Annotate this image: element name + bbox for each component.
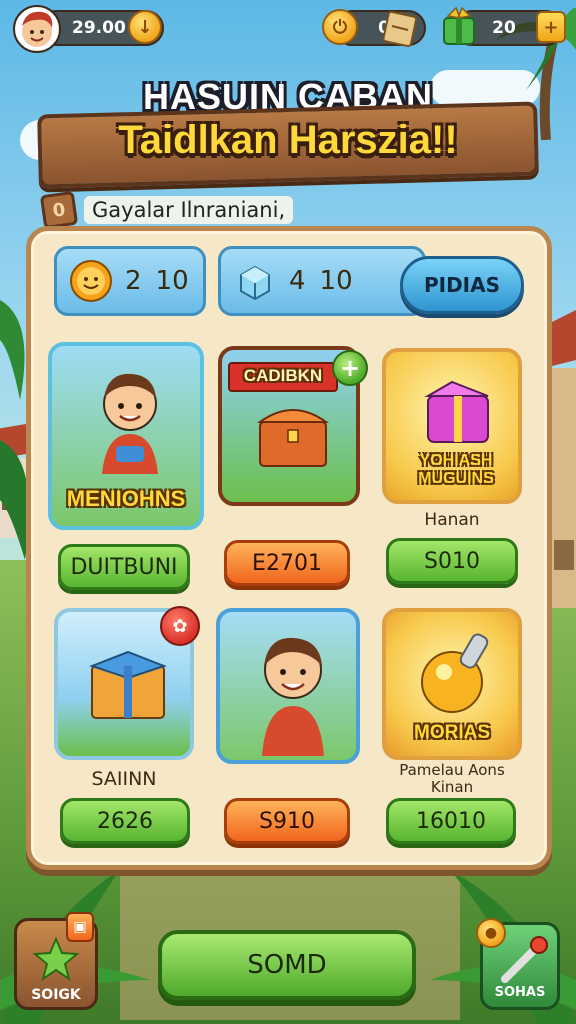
- price-button[interactable]: S910: [224, 798, 350, 844]
- main-action-button[interactable]: SOMD: [158, 930, 416, 1000]
- title-banner-text: Taidlkan Harszia!!: [118, 118, 458, 162]
- right-button-label: SOHAS: [494, 985, 546, 1000]
- potion-bottle-icon: [421, 633, 489, 713]
- price-button[interactable]: S010: [386, 538, 518, 584]
- left-button-label: SOIGK: [31, 987, 81, 1003]
- crystal-box-icon: [240, 265, 270, 301]
- item-label: MORIAS: [414, 722, 490, 743]
- resource-2-value-a: 4: [289, 266, 306, 296]
- player-avatar[interactable]: [12, 4, 62, 54]
- item-caption: SAIINN: [91, 768, 157, 790]
- chat-icon: ✿: [172, 615, 188, 637]
- smiley-coin-icon: [70, 260, 112, 302]
- wood-tag-icon: 0: [39, 190, 79, 230]
- right-bottom-badge: ●: [476, 918, 506, 948]
- item-label: MENIOHNS: [66, 486, 186, 511]
- plus-icon: +: [339, 354, 361, 382]
- magic-wand-icon: [501, 936, 548, 983]
- gift-box-icon: [443, 6, 475, 45]
- item-caption: Hanan: [424, 510, 480, 530]
- boy-character-icon: [102, 373, 158, 474]
- shop-item-card[interactable]: [216, 608, 360, 764]
- gems-add-button[interactable]: +: [536, 11, 566, 43]
- plus-icon: ↓: [137, 16, 153, 38]
- item-label: CADIBKN: [243, 366, 323, 385]
- gift-icon: ▣: [73, 919, 87, 935]
- price-button[interactable]: 16010: [386, 798, 516, 844]
- ticket-icon: [382, 10, 418, 48]
- price-button[interactable]: E2701: [224, 540, 350, 586]
- shop-item-card[interactable]: MENIOHNS: [48, 342, 204, 530]
- gems-value: 20: [492, 18, 516, 38]
- left-bottom-badge: ▣: [66, 912, 94, 942]
- subtitle-row: 0 Gayalar Ilnraniani,: [39, 190, 294, 230]
- price-button[interactable]: 2626: [60, 798, 190, 844]
- coin-add-button[interactable]: ↓: [128, 10, 162, 44]
- energy-icon: ⏻: [322, 9, 358, 45]
- resource-2-value-b: 10: [319, 266, 353, 296]
- magic-box-icon: [424, 380, 489, 443]
- coin-icon: ●: [484, 925, 498, 941]
- coins-value: 29.00: [72, 18, 126, 38]
- resource-bar-box: 4 10: [218, 246, 426, 316]
- girl-character-icon: [262, 637, 324, 756]
- plus-icon: +: [543, 16, 559, 38]
- price-button[interactable]: DUITBUNI: [58, 544, 190, 590]
- gift-chest-icon: [89, 650, 167, 719]
- notification-badge: ✿: [160, 606, 200, 646]
- shop-item-card[interactable]: YOHIASH MUGUINS: [382, 348, 522, 504]
- item-label: YOHIASH MUGUINS: [418, 452, 494, 487]
- tab-button[interactable]: PIDIAS: [400, 256, 524, 314]
- top-bar: 29.00 ↓ 0 ⏻ 20 +: [0, 0, 576, 56]
- add-item-button[interactable]: +: [332, 350, 368, 386]
- item-caption: Pamelau Aons Kinan: [399, 761, 505, 796]
- treasure-chest-icon: [256, 409, 330, 467]
- power-icon: ⏻: [332, 16, 348, 38]
- resource-1-value-a: 2: [125, 266, 142, 296]
- resource-bar-smiley: 2 10: [54, 246, 206, 316]
- subtitle-text: Gayalar Ilnraniani,: [84, 196, 294, 224]
- shop-item-card[interactable]: MORIAS: [382, 608, 522, 760]
- resource-1-value-b: 10: [155, 266, 189, 296]
